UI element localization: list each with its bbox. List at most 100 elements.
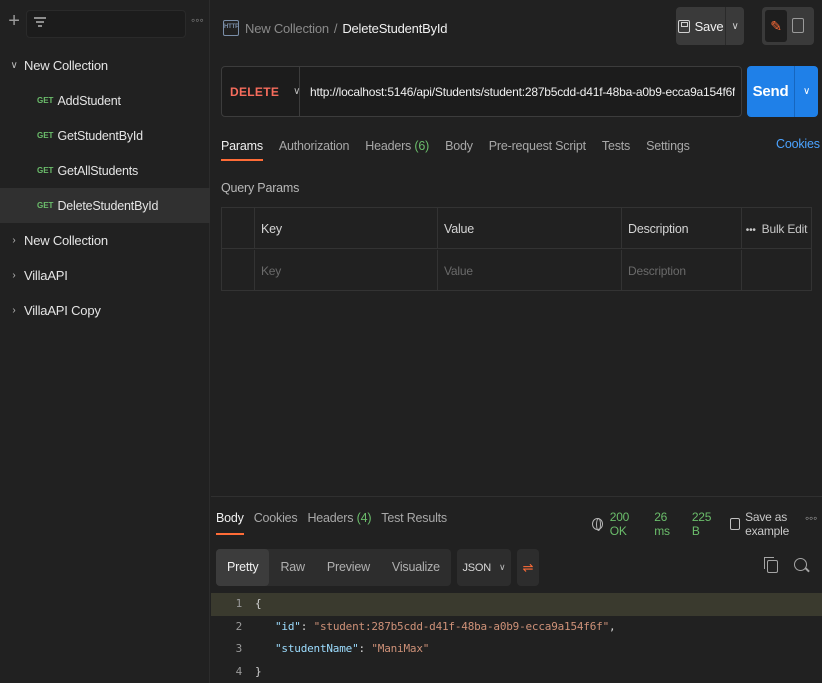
response-time[interactable]: 26 ms [654,510,682,538]
checkbox-column [222,208,255,249]
send-button[interactable]: Send [747,66,795,117]
send-dropdown-chevron-icon[interactable]: ∨ [795,86,818,97]
sidebar-item-addstudent[interactable]: GET AddStudent [0,83,210,118]
tab-settings[interactable]: Settings [646,135,690,161]
collection-villaapi[interactable]: › VillaAPI [0,258,210,293]
breadcrumb: HTTP New Collection / DeleteStudentById [223,14,448,42]
view-mode-toggle: ✎ [762,7,814,45]
description-input[interactable]: Description [622,250,742,291]
table-header-row: Key Value Description ••• Bulk Edit [222,208,811,249]
response-tab-cookies[interactable]: Cookies [254,507,298,535]
documentation-icon[interactable] [792,18,804,33]
filter-icon [34,17,46,29]
code-text: { [255,597,262,610]
code-line: 1 { [211,593,822,616]
headers-count: (6) [414,139,430,153]
chevron-right-icon: › [12,305,16,316]
method-value: DELETE [230,84,280,99]
line-number: 3 [235,642,243,655]
wrap-lines-icon[interactable]: ⇌ [516,549,539,586]
url-bar: DELETE ∨ http://localhost:5146/api/Stude… [221,66,742,117]
globe-icon[interactable] [592,518,603,531]
value-input[interactable]: Value [438,250,622,291]
sidebar-item-getstudentbyid[interactable]: GET GetStudentById [0,118,210,153]
chevron-down-icon: ∨ [293,86,301,97]
key-input[interactable]: Key [255,250,438,291]
copy-icon[interactable] [764,557,778,573]
sidebar: + ◦◦◦ ∨ New Collection GET AddStudent GE… [0,0,210,683]
save-icon [730,518,741,530]
column-value: Value [438,208,622,249]
status-code[interactable]: 200 OK [610,510,644,538]
code-text: "studentName": "ManiMax" [275,642,430,655]
edit-pencil-icon[interactable]: ✎ [765,10,787,42]
collection-new-collection-2[interactable]: › New Collection [0,223,210,258]
url-input[interactable]: http://localhost:5146/api/Students/stude… [310,85,735,99]
filter-input[interactable] [26,10,186,38]
collection-new-collection[interactable]: ∨ New Collection [0,48,210,83]
tab-headers-label: Headers [365,139,412,153]
more-options-icon[interactable]: ◦◦◦ [191,13,204,27]
response-tab-headers[interactable]: Headers (4) [307,507,371,535]
collection-label: New Collection [24,58,108,73]
tab-body[interactable]: Body [445,135,473,161]
collection-villaapi-copy[interactable]: › VillaAPI Copy [0,293,210,328]
response-tab-body[interactable]: Body [216,507,244,535]
tab-authorization[interactable]: Authorization [279,135,350,161]
json-key: "studentName" [275,642,359,655]
save-button-group: Save ∨ [676,7,744,45]
sidebar-toolbar: + ◦◦◦ [0,8,210,38]
format-visualize[interactable]: Visualize [381,549,451,586]
method-badge: GET [37,166,54,175]
request-label: DeleteStudentById [57,198,159,213]
sidebar-item-deletestudentbyid[interactable]: GET DeleteStudentById [0,188,210,223]
table-row: Key Value Description [222,250,811,291]
code-text: "id": "student:287b5cdd-d41f-48ba-a0b9-e… [275,619,616,633]
search-icon[interactable] [794,558,807,571]
request-title[interactable]: DeleteStudentById [342,21,447,36]
column-description: Description [622,208,742,249]
line-number: 2 [235,619,243,633]
format-raw[interactable]: Raw [269,549,315,586]
request-label: GetAllStudents [57,163,139,178]
query-params-title: Query Params [221,181,300,195]
tab-prerequest-script[interactable]: Pre-request Script [489,135,586,161]
empty-cell [742,250,811,291]
code-line: 2 "id": "student:287b5cdd-d41f-48ba-a0b9… [211,616,822,639]
response-size[interactable]: 225 B [692,510,719,538]
tab-params[interactable]: Params [221,135,263,161]
method-select[interactable]: DELETE ∨ [222,67,300,116]
sidebar-item-getallstudents[interactable]: GET GetAllStudents [0,153,210,188]
code-line: 3 "studentName": "ManiMax" [211,638,822,661]
method-badge: GET [37,131,54,140]
breadcrumb-parent[interactable]: New Collection [245,21,329,36]
method-badge: GET [37,201,54,210]
code-text: } [255,664,262,678]
response-headers-label: Headers [307,511,354,525]
query-params-table: Key Value Description ••• Bulk Edit Key V… [221,207,812,291]
http-request-icon: HTTP [223,20,239,36]
cookies-link[interactable]: Cookies [776,137,820,151]
more-options-icon[interactable]: ◦◦◦ [805,511,817,525]
column-key: Key [255,208,438,249]
request-label: AddStudent [57,93,121,108]
add-icon[interactable]: + [5,10,23,34]
format-preview[interactable]: Preview [316,549,381,586]
send-button-group: Send ∨ [747,66,818,117]
request-label: GetStudentById [57,128,143,143]
format-pretty[interactable]: Pretty [216,549,270,586]
tab-headers[interactable]: Headers (6) [365,135,429,161]
response-headers-count: (4) [356,511,372,525]
collection-label: VillaAPI Copy [24,303,101,318]
chevron-down-icon: ∨ [10,60,18,71]
tab-tests[interactable]: Tests [602,135,630,161]
response-body-code: 1 { 2 "id": "student:287b5cdd-d41f-48ba-… [211,593,822,683]
collection-label: New Collection [24,233,108,248]
response-tab-test-results[interactable]: Test Results [381,507,447,535]
bulk-edit-button[interactable]: ••• Bulk Edit [742,208,811,249]
breadcrumb-separator: / [333,20,338,36]
save-button[interactable]: Save [676,7,726,45]
save-dropdown-chevron-icon[interactable]: ∨ [726,21,744,32]
language-select[interactable]: JSON ∨ [456,549,511,586]
row-checkbox [222,250,255,291]
